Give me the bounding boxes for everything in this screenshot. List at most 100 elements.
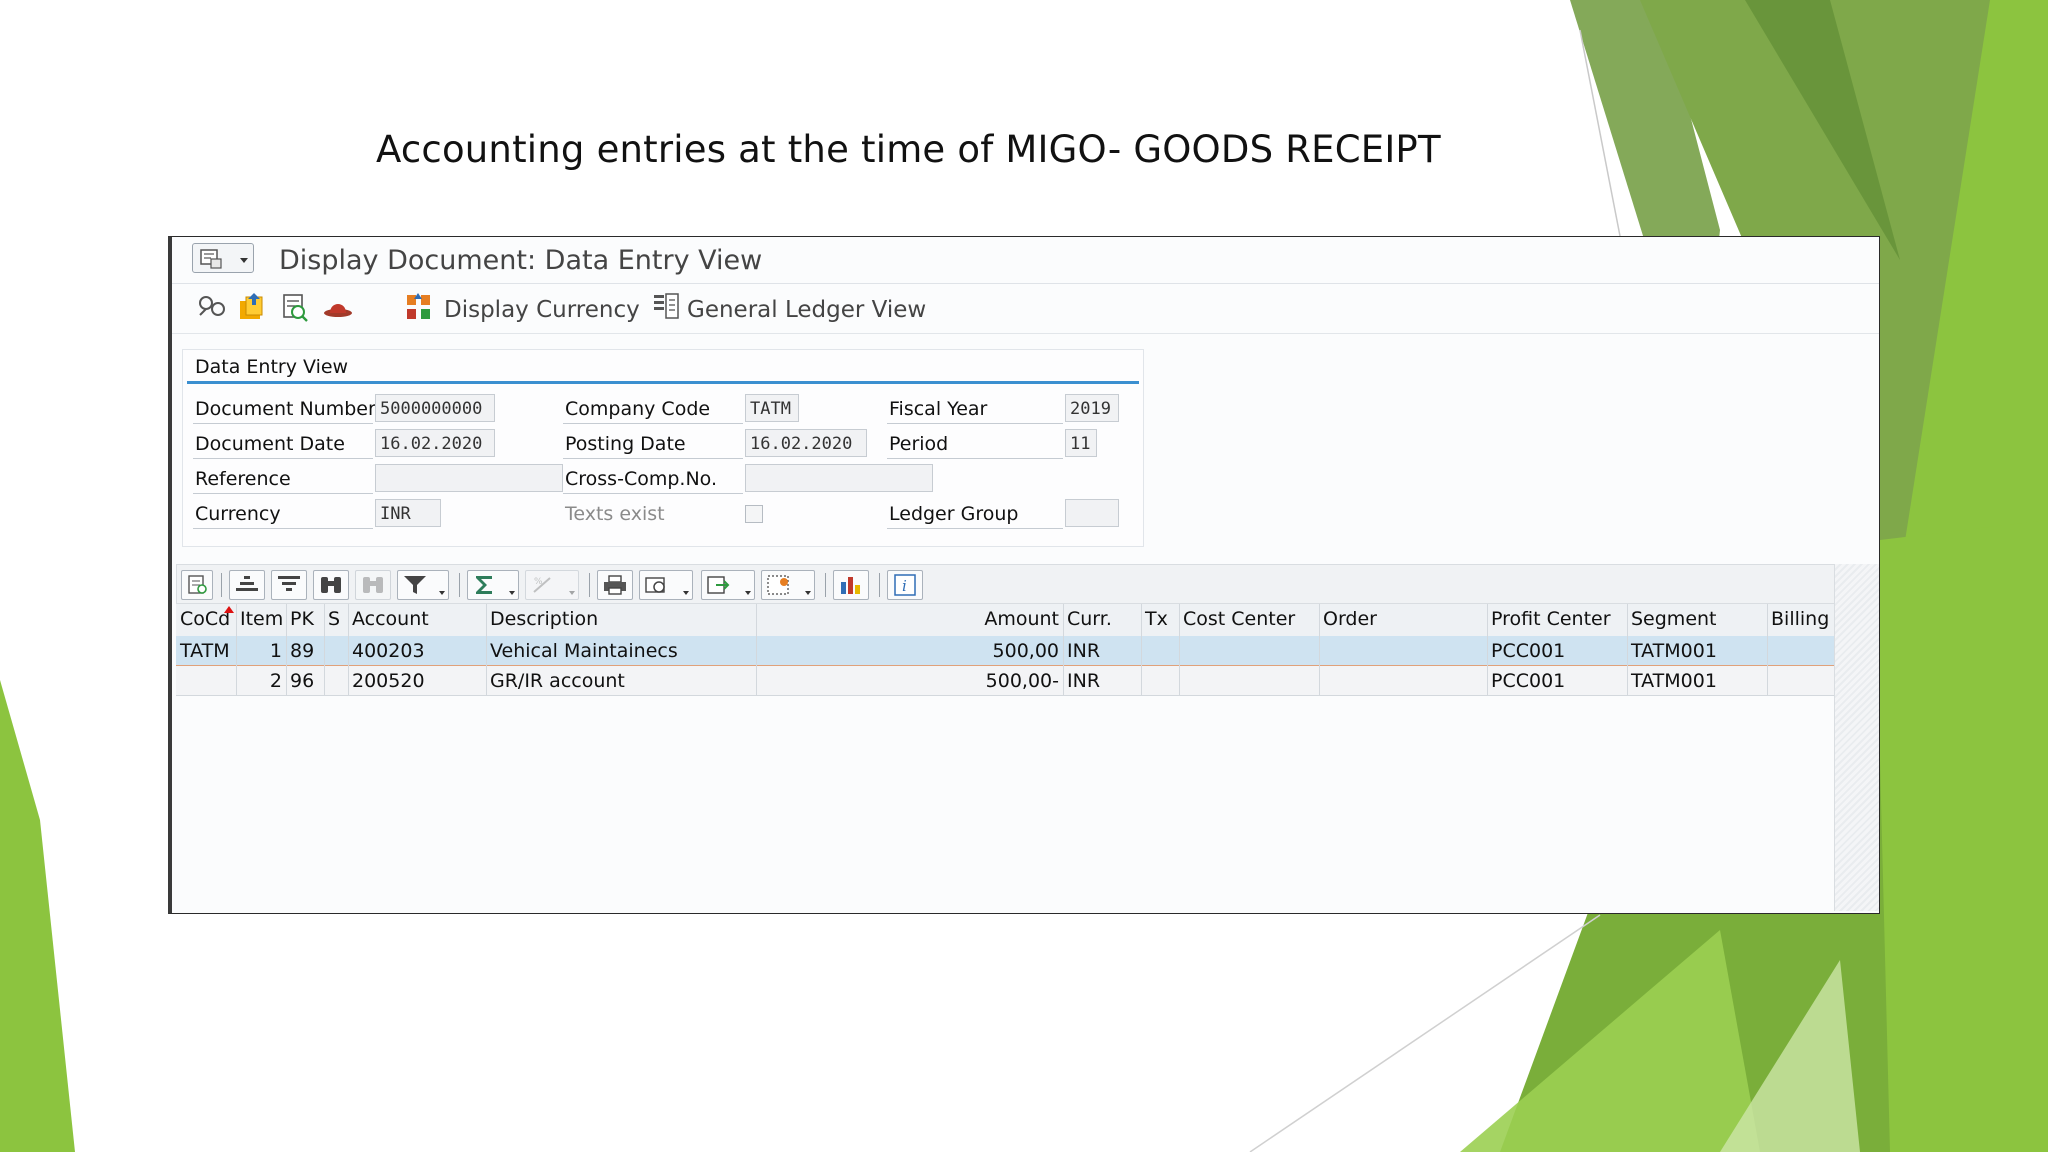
column-header-order[interactable]: Order: [1319, 604, 1487, 634]
column-header-description[interactable]: Description: [486, 604, 756, 634]
graphic-button[interactable]: [833, 570, 869, 600]
column-header-profit-center[interactable]: Profit Center: [1487, 604, 1627, 634]
label-underline: [887, 528, 1063, 529]
cell-curr: INR: [1067, 640, 1101, 662]
cell-order: [1319, 636, 1487, 666]
panel-title: Data Entry View: [195, 356, 349, 378]
cell-cocd: [176, 666, 236, 696]
table-row[interactable]: 2 96 200520 GR/IR account 500,00- INR PC…: [176, 666, 1846, 696]
hat-icon[interactable]: [322, 291, 354, 323]
company-code-field[interactable]: TATM: [745, 394, 799, 422]
column-header-segment[interactable]: Segment: [1627, 604, 1767, 634]
chevron-down-icon: [509, 591, 515, 595]
label-underline: [193, 493, 373, 494]
period-field[interactable]: 11: [1065, 429, 1097, 457]
column-header-cost-center[interactable]: Cost Center: [1179, 604, 1319, 634]
find-button[interactable]: [313, 570, 349, 600]
layout-button[interactable]: [761, 570, 815, 600]
cell-tx: [1141, 666, 1179, 696]
column-divider: [1141, 604, 1142, 696]
filter-button[interactable]: [397, 570, 449, 600]
chevron-down-icon: [439, 591, 445, 595]
grid-header: CoCd Item PK S Account Description Amoun…: [176, 604, 1846, 638]
general-ledger-view-button[interactable]: General Ledger View: [687, 297, 926, 323]
svg-text:i: i: [902, 577, 907, 595]
change-document-icon[interactable]: [236, 291, 268, 323]
cell-cost-center: [1179, 636, 1319, 666]
column-divider: [1487, 604, 1488, 696]
company-code-label: Company Code: [565, 398, 711, 420]
cell-curr: INR: [1067, 670, 1101, 692]
fiscal-year-label: Fiscal Year: [889, 398, 988, 420]
info-icon: i: [894, 574, 916, 596]
label-underline: [563, 458, 743, 459]
general-ledger-icon[interactable]: [650, 291, 682, 323]
print-icon: [604, 575, 626, 595]
cross-comp-label: Cross-Comp.No.: [565, 468, 717, 490]
layout-icon: [767, 575, 789, 595]
column-header-s[interactable]: S: [324, 604, 348, 634]
cell-pk: 96: [290, 670, 315, 692]
export-button[interactable]: [701, 570, 755, 600]
period-label: Period: [889, 433, 949, 455]
total-button[interactable]: [467, 570, 519, 600]
column-header-account[interactable]: Account: [348, 604, 486, 634]
chevron-down-icon: [240, 258, 248, 263]
sort-ascending-icon: [236, 576, 258, 591]
cell-segment: TATM001: [1631, 670, 1717, 692]
ledger-group-field[interactable]: [1065, 499, 1119, 527]
label-underline: [193, 423, 373, 424]
find-next-button[interactable]: [355, 570, 391, 600]
display-glasses-icon[interactable]: [196, 291, 228, 323]
cell-description: Vehical Maintainecs: [490, 640, 678, 662]
column-divider: [1627, 604, 1628, 696]
display-currency-icon[interactable]: [404, 291, 436, 323]
cross-comp-field[interactable]: [745, 464, 933, 492]
column-divider: [756, 604, 757, 696]
column-header-pk[interactable]: PK: [286, 604, 324, 634]
document-overview-icon[interactable]: [278, 291, 310, 323]
details-icon: [188, 575, 207, 594]
column-header-curr[interactable]: Curr.: [1063, 604, 1141, 634]
document-number-field[interactable]: 5000000000: [375, 394, 495, 422]
print-preview-button[interactable]: [597, 570, 633, 600]
information-button[interactable]: i: [887, 570, 923, 600]
sort-ascending-button[interactable]: [229, 570, 265, 600]
texts-exist-label: Texts exist: [565, 503, 665, 525]
cell-tx: [1141, 636, 1179, 666]
document-date-field[interactable]: 16.02.2020: [375, 429, 495, 457]
chevron-down-icon: [745, 591, 751, 595]
display-currency-button[interactable]: Display Currency: [444, 297, 640, 323]
cell-cost-center: [1179, 666, 1319, 696]
currency-field[interactable]: INR: [375, 499, 441, 527]
cell-order: [1319, 666, 1487, 696]
texts-exist-checkbox[interactable]: [745, 505, 763, 523]
cell-segment: TATM001: [1631, 640, 1717, 662]
details-button[interactable]: [181, 570, 213, 600]
svg-text:%: %: [534, 577, 543, 587]
sort-descending-button[interactable]: [271, 570, 307, 600]
cell-s: [324, 666, 348, 696]
cell-s: [324, 636, 348, 666]
column-header-item[interactable]: Item: [236, 604, 286, 634]
vertical-scrollbar[interactable]: [1834, 564, 1879, 911]
cell-item: 1: [269, 640, 282, 662]
column-header-amount[interactable]: Amount: [756, 604, 1063, 634]
line-items-grid: CoCd Item PK S Account Description Amoun…: [176, 604, 1846, 910]
fiscal-year-field[interactable]: 2019: [1065, 394, 1119, 422]
cell-account: 200520: [352, 670, 425, 692]
toolbar-separator: [825, 573, 826, 597]
sigma-icon: [476, 576, 492, 594]
reference-field[interactable]: [375, 464, 563, 492]
subtotal-button[interactable]: %: [525, 570, 579, 600]
ledger-group-label: Ledger Group: [889, 503, 1019, 525]
views-button[interactable]: [639, 570, 693, 600]
cell-amount: 500,00-: [985, 670, 1059, 692]
subtotal-icon: %: [533, 577, 551, 593]
column-divider: [1063, 604, 1064, 696]
table-row[interactable]: TATM 1 89 400203 Vehical Maintainecs 500…: [176, 636, 1846, 667]
line-items-toolbar: % i: [176, 564, 1846, 604]
posting-date-field[interactable]: 16.02.2020: [745, 429, 867, 457]
column-header-tx[interactable]: Tx: [1141, 604, 1179, 634]
document-menu-button[interactable]: [192, 243, 254, 273]
